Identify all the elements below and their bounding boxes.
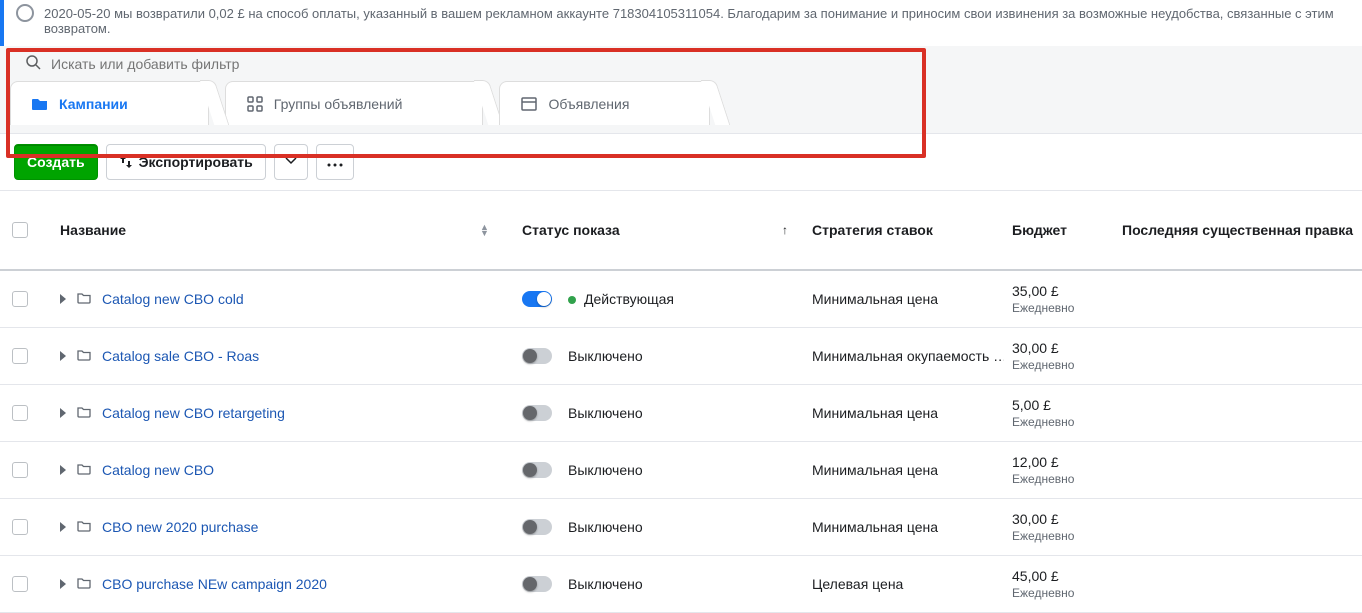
campaign-name-link[interactable]: Catalog new CBO retargeting — [102, 405, 285, 421]
table-row: Catalog sale CBO - Roas Выключено Минималь… — [0, 328, 1362, 385]
col-name-sort[interactable]: ▲▼ — [472, 224, 514, 236]
budget-amount: 35,00 £ — [1012, 283, 1059, 299]
create-button-label: Создать — [27, 154, 85, 170]
info-icon — [16, 4, 34, 22]
budget-amount: 30,00 £ — [1012, 340, 1059, 356]
table-row: Catalog new CBO cold Действующая Минимальн… — [0, 271, 1362, 328]
folder-icon — [76, 347, 92, 366]
budget-period: Ежедневно — [1012, 301, 1074, 315]
col-delivery-sort[interactable]: ↑ — [774, 223, 804, 237]
status-toggle[interactable] — [522, 576, 552, 592]
bid-strategy-cell: Минимальная окупаемость … — [804, 348, 1004, 364]
row-checkbox[interactable] — [12, 291, 28, 307]
status-text: Выключено — [568, 519, 643, 535]
expand-toggle[interactable] — [60, 294, 66, 304]
folder-icon — [76, 461, 92, 480]
table-row: CBO new 2020 purchase Выключено Минимальна… — [0, 499, 1362, 556]
table-row: Catalog new CBO retargeting Выключено Мини… — [0, 385, 1362, 442]
status-text: Выключено — [568, 462, 643, 478]
search-input[interactable] — [49, 55, 1352, 73]
budget-amount: 30,00 £ — [1012, 511, 1059, 527]
campaigns-table: Название ▲▼ Статус показа ↑ Стратегия ст… — [0, 191, 1362, 613]
expand-toggle[interactable] — [60, 579, 66, 589]
col-name[interactable]: Название — [52, 222, 472, 238]
info-banner: 2020-05-20 мы возвратили 0,02 £ на спосо… — [0, 0, 1362, 46]
col-budget[interactable]: Бюджет — [1004, 222, 1114, 238]
export-button-label: Экспортировать — [139, 154, 253, 170]
select-all-checkbox[interactable] — [12, 222, 28, 238]
more-button[interactable] — [316, 144, 354, 180]
sort-asc-icon: ↑ — [782, 223, 788, 237]
bid-strategy-cell: Минимальная цена — [804, 291, 1004, 307]
budget-amount: 5,00 £ — [1012, 397, 1051, 413]
folder-icon — [76, 290, 92, 309]
bid-strategy-cell: Минимальная цена — [804, 519, 1004, 535]
tab-ads[interactable]: Объявления — [499, 81, 710, 125]
row-checkbox[interactable] — [12, 462, 28, 478]
bid-strategy-cell: Целевая цена — [804, 576, 1004, 592]
status-toggle[interactable] — [522, 348, 552, 364]
folder-icon — [76, 575, 92, 594]
more-icon — [327, 154, 343, 170]
export-button[interactable]: Экспортировать — [106, 144, 266, 180]
status-dot-icon — [568, 296, 576, 304]
row-checkbox[interactable] — [12, 348, 28, 364]
table-header: Название ▲▼ Статус показа ↑ Стратегия ст… — [0, 191, 1362, 271]
table-row: CBO purchase NEw campaign 2020 Выключено Ц… — [0, 556, 1362, 613]
bid-strategy-cell: Минимальная цена — [804, 462, 1004, 478]
col-bid-strategy[interactable]: Стратегия ставок — [804, 222, 1004, 238]
status-toggle[interactable] — [522, 291, 552, 307]
tab-adsets-label: Группы объявлений — [274, 96, 403, 112]
bid-strategy-cell: Минимальная цена — [804, 405, 1004, 421]
row-checkbox[interactable] — [12, 576, 28, 592]
budget-period: Ежедневно — [1012, 472, 1074, 486]
export-dropdown-button[interactable] — [274, 144, 308, 180]
info-banner-text: 2020-05-20 мы возвратили 0,02 £ на спосо… — [44, 6, 1334, 36]
status-text: Действующая — [584, 291, 674, 307]
expand-toggle[interactable] — [60, 351, 66, 361]
expand-toggle[interactable] — [60, 408, 66, 418]
status-text: Выключено — [568, 348, 643, 364]
budget-period: Ежедневно — [1012, 415, 1074, 429]
search-icon — [25, 54, 41, 73]
tab-adsets[interactable]: Группы объявлений — [225, 81, 484, 125]
campaign-name-link[interactable]: CBO new 2020 purchase — [102, 519, 258, 535]
chevron-down-icon — [285, 154, 297, 170]
row-checkbox[interactable] — [12, 405, 28, 421]
status-text: Выключено — [568, 405, 643, 421]
sort-icon: ▲▼ — [480, 224, 489, 236]
campaign-name-link[interactable]: Catalog new CBO — [102, 462, 214, 478]
col-last-edit[interactable]: Последняя существенная правка — [1114, 222, 1362, 238]
col-delivery[interactable]: Статус показа — [514, 222, 774, 238]
budget-period: Ежедневно — [1012, 529, 1074, 543]
status-toggle[interactable] — [522, 462, 552, 478]
create-button[interactable]: Создать — [14, 144, 98, 180]
budget-period: Ежедневно — [1012, 586, 1074, 600]
tabs-row: Кампании Группы объявлений Объявления — [0, 81, 1362, 133]
status-text: Выключено — [568, 576, 643, 592]
export-icon — [119, 155, 133, 169]
campaign-name-link[interactable]: CBO purchase NEw campaign 2020 — [102, 576, 327, 592]
expand-toggle[interactable] — [60, 522, 66, 532]
expand-toggle[interactable] — [60, 465, 66, 475]
budget-amount: 45,00 £ — [1012, 568, 1059, 584]
row-checkbox[interactable] — [12, 519, 28, 535]
grid-icon — [246, 95, 264, 113]
search-bar[interactable] — [0, 46, 1362, 81]
folder-icon — [76, 518, 92, 537]
folder-icon — [76, 404, 92, 423]
table-row: Catalog new CBO Выключено Минимальная цена… — [0, 442, 1362, 499]
budget-amount: 12,00 £ — [1012, 454, 1059, 470]
status-toggle[interactable] — [522, 519, 552, 535]
budget-period: Ежедневно — [1012, 358, 1074, 372]
campaign-name-link[interactable]: Catalog sale CBO - Roas — [102, 348, 259, 364]
tab-ads-label: Объявления — [548, 96, 629, 112]
folder-icon — [31, 95, 49, 113]
toolbar: Создать Экспортировать — [0, 133, 1362, 191]
campaign-name-link[interactable]: Catalog new CBO cold — [102, 291, 244, 307]
ad-icon — [520, 95, 538, 113]
status-toggle[interactable] — [522, 405, 552, 421]
tab-campaigns-label: Кампании — [59, 96, 128, 112]
tab-campaigns[interactable]: Кампании — [10, 81, 209, 125]
